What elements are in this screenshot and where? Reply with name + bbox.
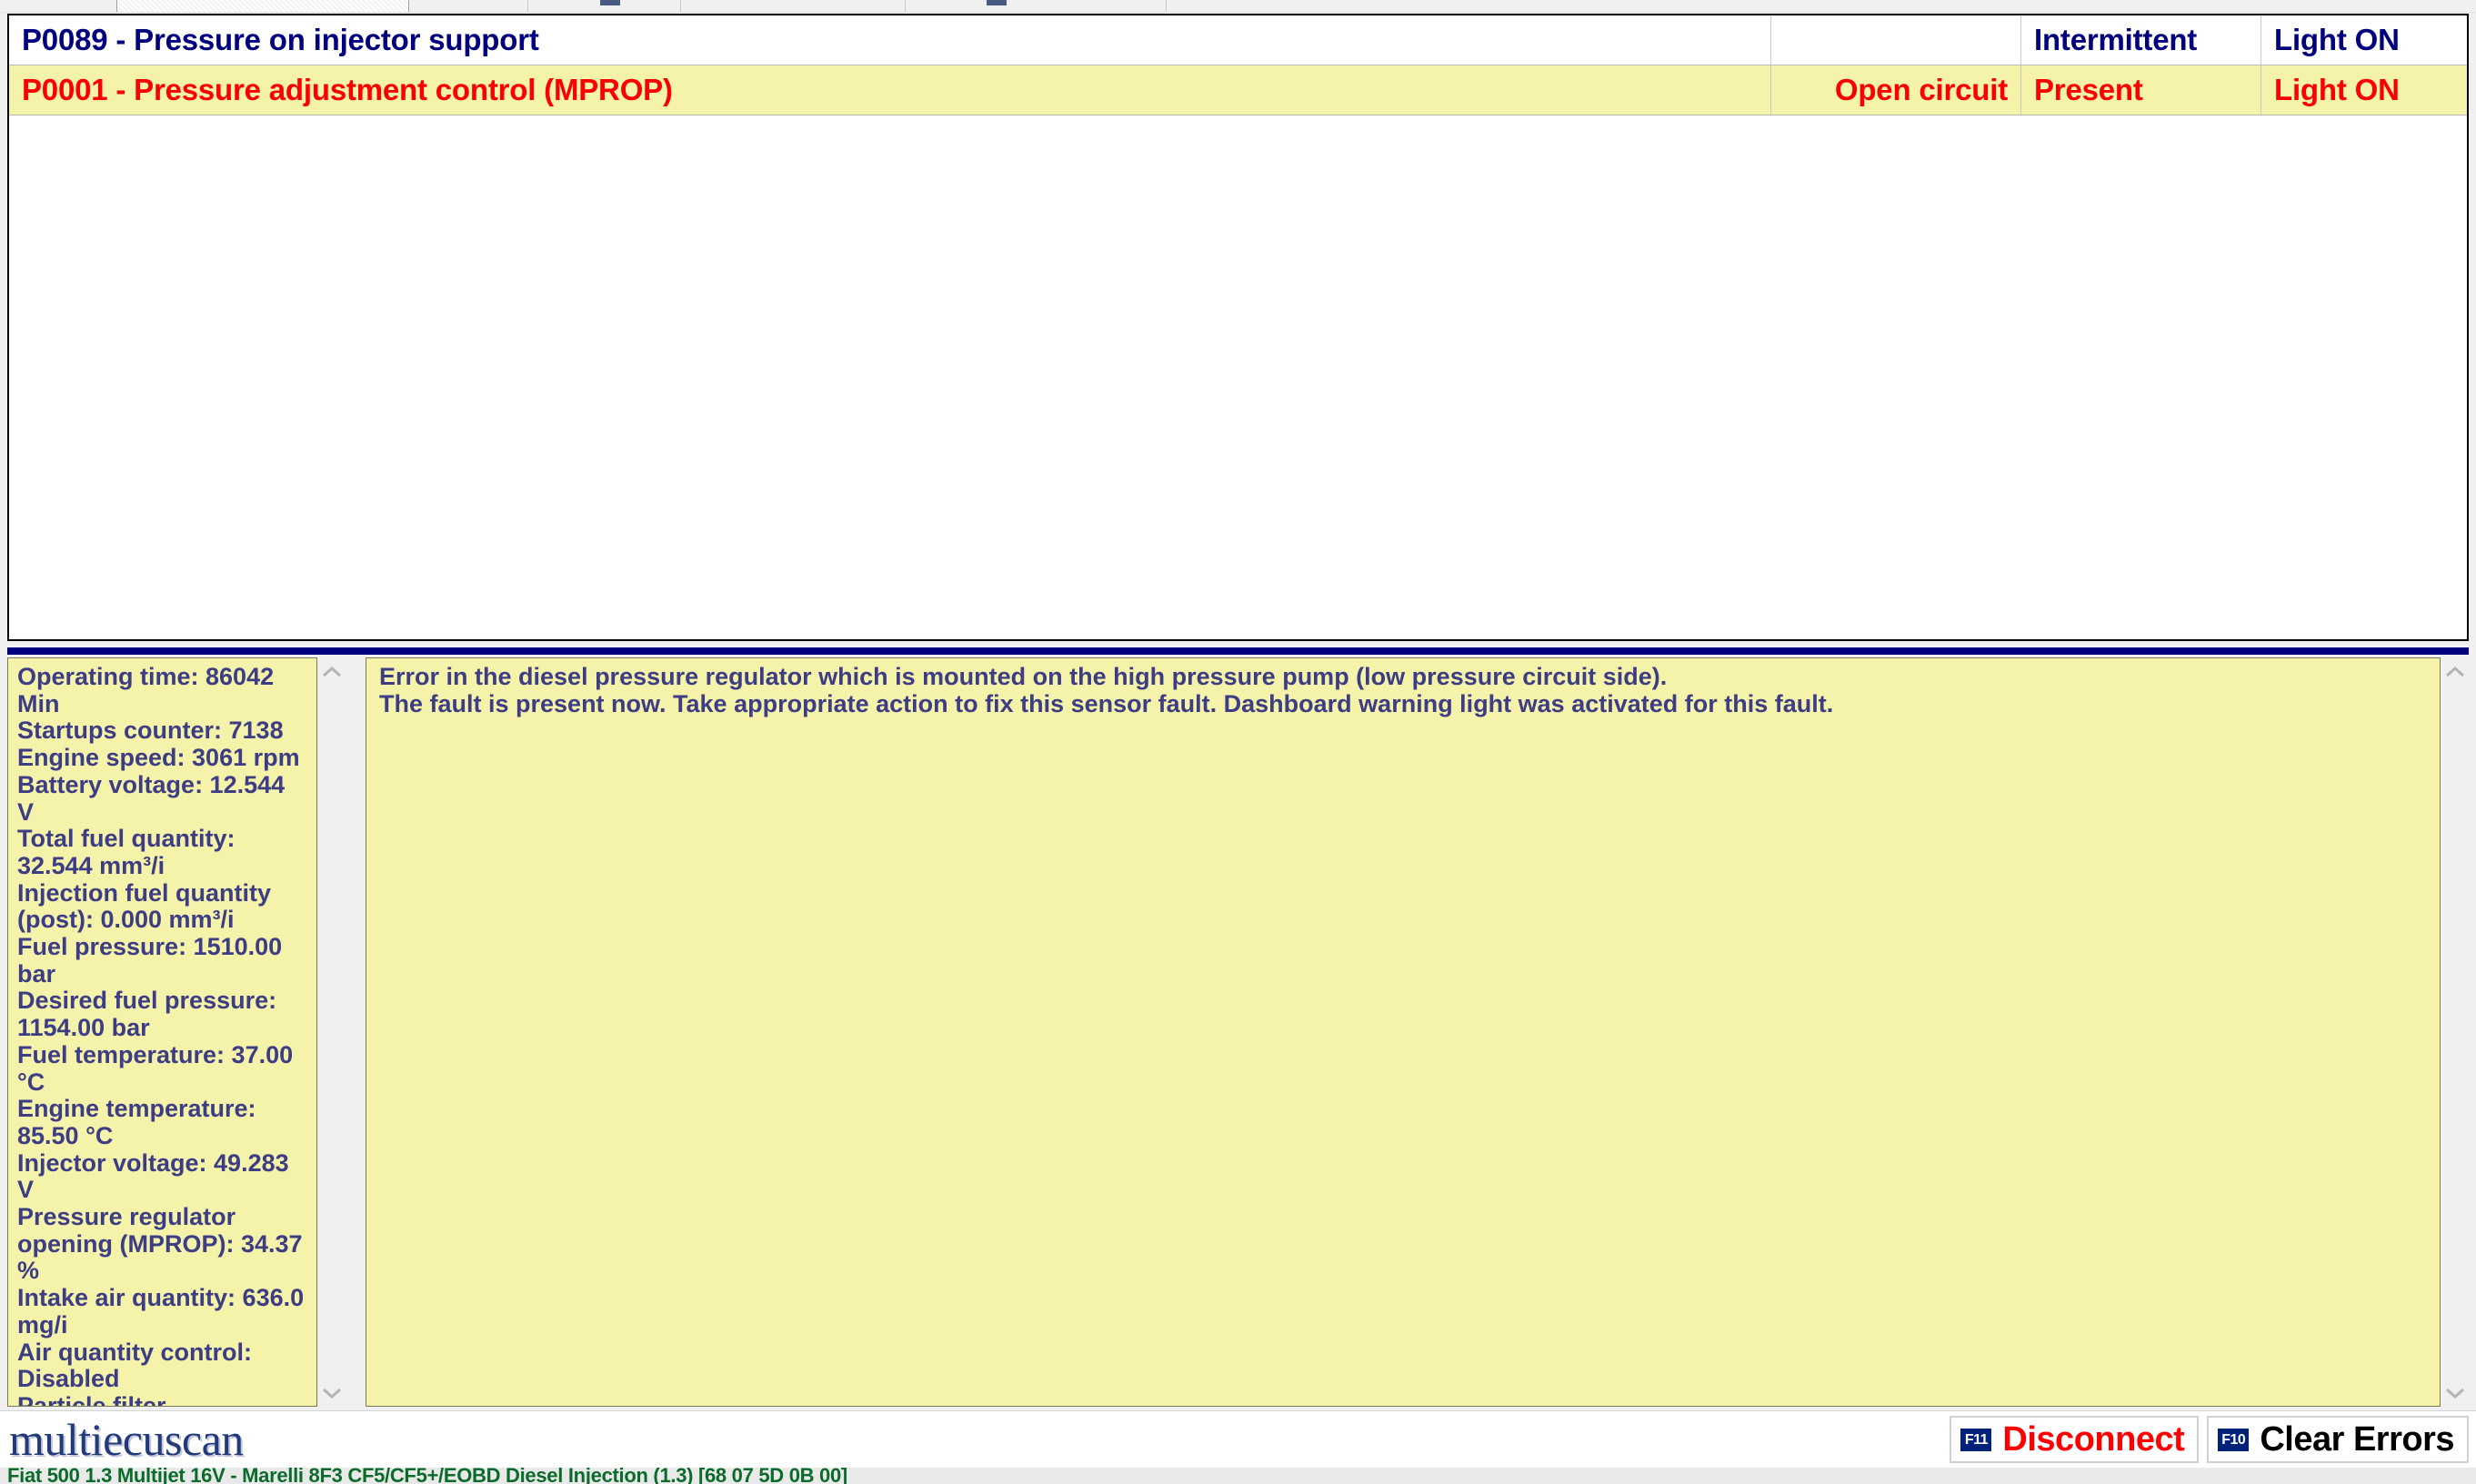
toolbar-text-field[interactable]	[116, 0, 409, 12]
toolbar-separator	[680, 0, 681, 12]
error-warning-lamp: Light ON	[2260, 15, 2467, 65]
table-row[interactable]: P0089 - Pressure on injector support Int…	[9, 15, 2467, 65]
scroll-up-icon[interactable]	[2441, 657, 2469, 686]
list-item: Battery voltage: 12.544 V	[17, 770, 286, 826]
f11-key-badge: F11	[1960, 1428, 1992, 1451]
description-scrollbar[interactable]	[2441, 657, 2469, 1407]
disconnect-button-label: Disconnect	[2002, 1419, 2185, 1459]
app-logo: multiecuscan	[9, 1414, 244, 1465]
freeze-frame-scrollbar[interactable]	[317, 657, 346, 1407]
f10-key-badge: F10	[2218, 1428, 2250, 1451]
scroll-down-icon[interactable]	[2441, 1379, 2469, 1407]
bottom-bar: multiecuscan F11 Disconnect F10 Clear Er…	[0, 1410, 2476, 1469]
list-item: Injection fuel quantity (post): 0.000 mm…	[17, 878, 272, 934]
toolbar	[0, 0, 2476, 13]
multiecuscan-window: P0089 - Pressure on injector support Int…	[0, 0, 2476, 1484]
clear-errors-button[interactable]: F10 Clear Errors	[2207, 1416, 2469, 1463]
freeze-frame-list: Operating time: 86042 Min Startups count…	[7, 657, 317, 1407]
toolbar-separator	[527, 0, 528, 12]
toolbar-button[interactable]	[987, 0, 1007, 5]
list-item: Injector voltage: 49.283 V	[17, 1148, 289, 1204]
status-bar: Fiat 500 1.3 Multijet 16V - Marelli 8F3 …	[0, 1468, 2476, 1484]
disconnect-button[interactable]: F11 Disconnect	[1950, 1416, 2200, 1463]
list-item: Desired fuel pressure: 1154.00 bar	[17, 987, 277, 1042]
lower-panels: Operating time: 86042 Min Startups count…	[7, 657, 2469, 1407]
freeze-frame-panel: Operating time: 86042 Min Startups count…	[7, 657, 346, 1407]
error-fault-type: Open circuit	[1770, 65, 2020, 115]
list-item: Particle filter regeneration: OFF	[17, 1391, 166, 1407]
toolbar-button[interactable]	[600, 0, 620, 5]
list-item: Operating time: 86042 Min	[17, 663, 275, 717]
table-row[interactable]: P0001 - Pressure adjustment control (MPR…	[9, 65, 2467, 115]
toolbar-separator	[1166, 0, 1167, 12]
list-item: Fuel temperature: 37.00 °C	[17, 1040, 294, 1096]
error-code-description: P0089 - Pressure on injector support	[22, 23, 539, 56]
error-status: Intermittent	[2020, 15, 2260, 65]
panel-divider	[7, 646, 2469, 655]
list-item: Startups counter: 7138	[17, 717, 284, 745]
error-table[interactable]: P0089 - Pressure on injector support Int…	[7, 14, 2469, 641]
list-item: Total fuel quantity: 32.544 mm³/i	[17, 825, 236, 879]
description-line: Error in the diesel pressure regulator w…	[379, 663, 1668, 690]
list-item: Engine temperature: 85.50 °C	[17, 1095, 256, 1149]
list-item: Engine speed: 3061 rpm	[17, 744, 300, 772]
error-description-text: Error in the diesel pressure regulator w…	[366, 657, 2441, 1407]
list-item: Pressure regulator opening (MPROP): 34.3…	[17, 1203, 303, 1285]
scroll-up-icon[interactable]	[317, 657, 346, 686]
error-status: Present	[2020, 65, 2260, 115]
status-bar-text: Fiat 500 1.3 Multijet 16V - Marelli 8F3 …	[7, 1468, 847, 1484]
action-buttons: F11 Disconnect F10 Clear Errors	[1950, 1416, 2469, 1463]
list-item: Fuel pressure: 1510.00 bar	[17, 933, 283, 988]
error-description-panel: Error in the diesel pressure regulator w…	[366, 657, 2469, 1407]
scroll-down-icon[interactable]	[317, 1379, 346, 1407]
description-line: The fault is present now. Take appropria…	[379, 689, 1834, 717]
list-item: Air quantity control: Disabled	[17, 1338, 252, 1393]
list-item: Intake air quantity: 636.0 mg/i	[17, 1284, 305, 1339]
error-fault-type	[1770, 15, 2020, 65]
error-code-description: P0001 - Pressure adjustment control (MPR…	[22, 73, 673, 106]
clear-errors-button-label: Clear Errors	[2260, 1419, 2454, 1459]
error-warning-lamp: Light ON	[2260, 65, 2467, 115]
toolbar-separator	[905, 0, 906, 12]
